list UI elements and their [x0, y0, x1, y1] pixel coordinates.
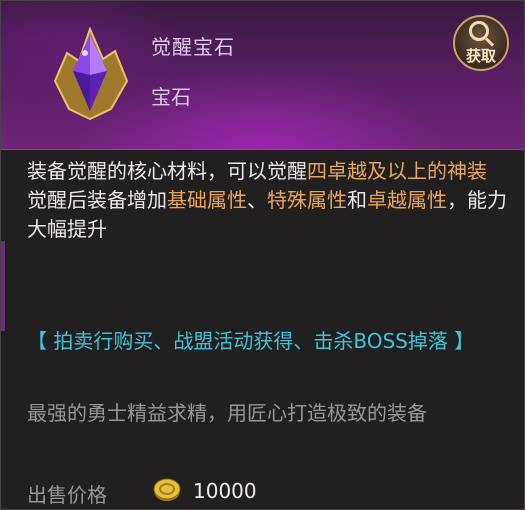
gold-coin-icon	[153, 478, 181, 501]
item-name: 觉醒宝石	[151, 35, 235, 59]
item-tooltip-panel: 觉醒宝石 宝石 获取 装备觉醒的核心材料，可以觉醒四卓越及以上的神装 觉醒后装备…	[0, 0, 525, 510]
acquisition-source: 【 拍卖行购买、战盟活动获得、击杀BOSS掉落 】	[27, 329, 475, 353]
flavor-text: 最强的勇士精益求精，用匠心打造极致的装备	[27, 401, 427, 425]
item-type: 宝石	[151, 85, 191, 109]
description-highlight: 特殊属性	[267, 188, 347, 212]
description-text: 和	[347, 188, 367, 212]
price-label: 出售价格	[27, 483, 107, 507]
description-text: 、	[247, 188, 267, 212]
item-header: 觉醒宝石 宝石 获取	[1, 1, 524, 150]
description-text: 装备觉醒的核心材料，可以觉醒	[27, 159, 307, 183]
price-value: 10000	[193, 479, 257, 503]
description-highlight: 四卓越及以上的神装	[307, 159, 487, 183]
panel-edge-decoration	[1, 241, 5, 331]
purple-gem-icon	[53, 26, 129, 121]
description-highlight: 基础属性	[167, 188, 247, 212]
description-line-1: 装备觉醒的核心材料，可以觉醒四卓越及以上的神装	[27, 157, 507, 186]
item-description: 装备觉醒的核心材料，可以觉醒四卓越及以上的神装 觉醒后装备增加基础属性、特殊属性…	[27, 157, 507, 244]
acquire-button-label: 获取	[465, 47, 496, 65]
acquire-button[interactable]: 获取	[453, 15, 509, 71]
description-highlight: 卓越属性	[367, 188, 447, 212]
description-line-2: 觉醒后装备增加基础属性、特殊属性和卓越属性，能力大幅提升	[27, 186, 507, 244]
description-text: 觉醒后装备增加	[27, 188, 167, 212]
